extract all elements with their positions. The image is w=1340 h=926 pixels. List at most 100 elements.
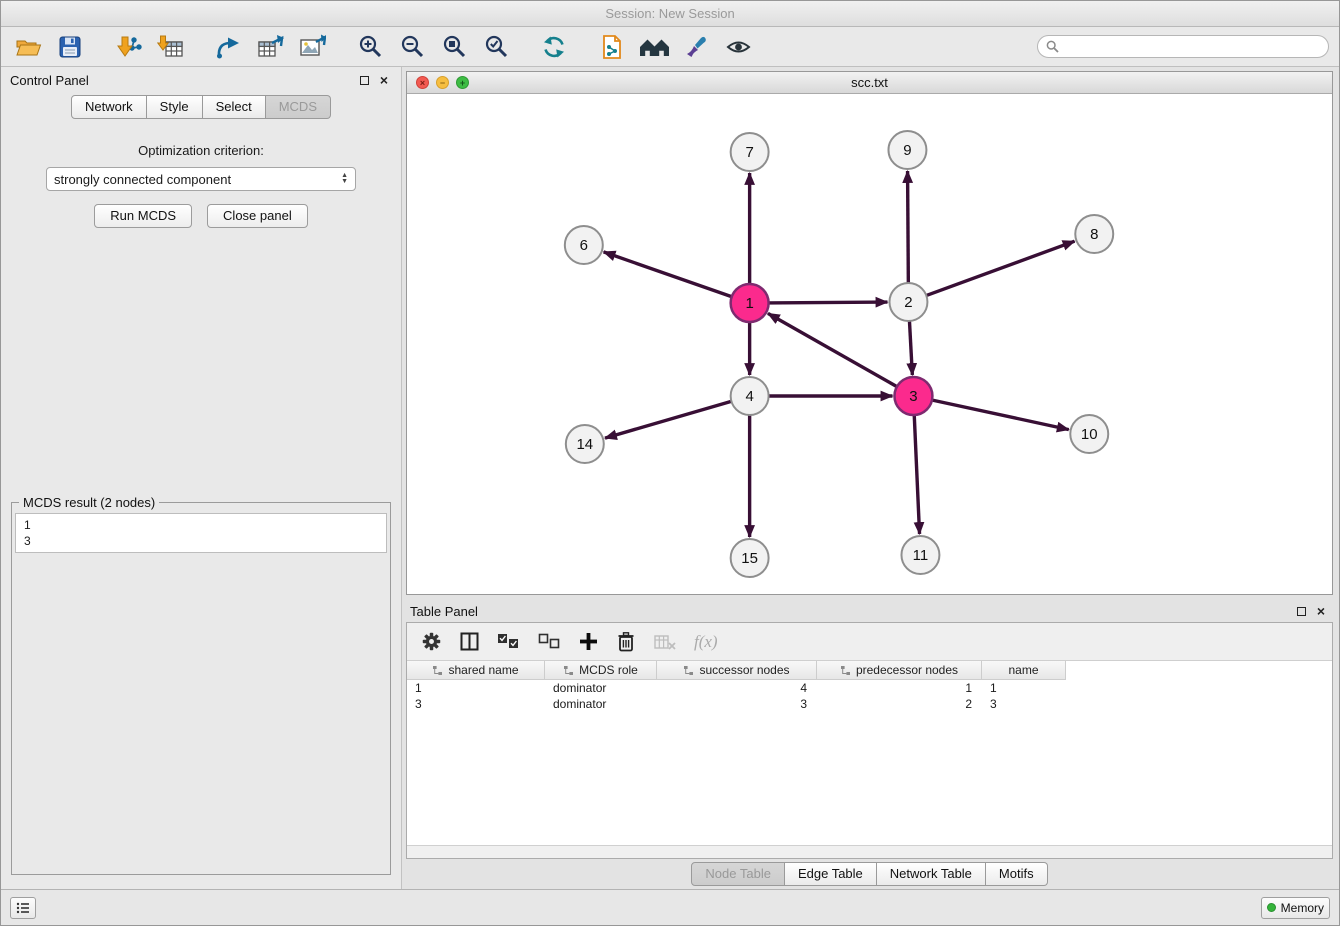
graph-edge-2-3[interactable] — [909, 319, 912, 375]
export-image-button[interactable] — [295, 31, 329, 63]
column-label: shared name — [448, 663, 518, 677]
cell-predecessor-nodes[interactable]: 1 — [817, 680, 982, 696]
graph-node-label-4: 4 — [745, 388, 753, 405]
main-toolbar — [1, 27, 1339, 67]
search-input[interactable] — [1064, 40, 1320, 54]
vizmap-button[interactable] — [679, 31, 713, 63]
search-field-container — [1037, 35, 1329, 58]
column-header-mcds-role[interactable]: MCDS role — [545, 661, 657, 680]
export-network-button[interactable] — [211, 31, 245, 63]
delete-table-button[interactable] — [654, 634, 676, 650]
maximize-window-button[interactable]: + — [456, 76, 469, 89]
tab-node-table[interactable]: Node Table — [691, 862, 785, 886]
open-session-button[interactable] — [11, 31, 45, 63]
cell-mcds-role[interactable]: dominator — [545, 680, 657, 696]
table-rows: 1 dominator 4 1 1 3 dominator 3 2 3 — [407, 680, 1332, 845]
table-row[interactable]: 1 dominator 4 1 1 — [407, 680, 1332, 696]
zoom-selected-button[interactable] — [479, 31, 513, 63]
graph-edge-4-14[interactable] — [605, 401, 733, 438]
float-panel-button[interactable] — [356, 72, 372, 88]
minimize-window-button[interactable]: − — [436, 76, 449, 89]
table-settings-button[interactable] — [421, 631, 442, 652]
split-panel-button[interactable] — [460, 632, 479, 651]
titlebar: Session: New Session — [1, 1, 1339, 27]
cell-successor-nodes[interactable]: 4 — [657, 680, 817, 696]
export-image-icon — [299, 34, 326, 59]
zoom-out-button[interactable] — [395, 31, 429, 63]
import-table-button[interactable] — [153, 31, 187, 63]
save-session-button[interactable] — [53, 31, 87, 63]
cell-shared-name[interactable]: 3 — [407, 696, 545, 712]
cell-mcds-role[interactable]: dominator — [545, 696, 657, 712]
mcds-result-list[interactable]: 1 3 — [15, 513, 387, 553]
select-all-button[interactable] — [497, 633, 520, 650]
column-header-shared-name[interactable]: shared name — [407, 661, 545, 680]
export-table-button[interactable] — [253, 31, 287, 63]
graph-node-label-6: 6 — [580, 237, 588, 254]
table-row[interactable]: 3 dominator 3 2 3 — [407, 696, 1332, 712]
cell-successor-nodes[interactable]: 3 — [657, 696, 817, 712]
graph-edge-1-2[interactable] — [767, 302, 888, 303]
horizontal-scrollbar[interactable] — [407, 845, 1332, 858]
close-table-panel-button[interactable]: × — [1313, 603, 1329, 619]
main-area: Control Panel × Network Style Select MCD… — [1, 67, 1339, 889]
memory-button[interactable]: Memory — [1261, 897, 1330, 919]
graph-edge-3-10[interactable] — [930, 400, 1069, 430]
tab-mcds[interactable]: MCDS — [266, 95, 331, 119]
clone-network-button[interactable] — [595, 31, 629, 63]
cell-name[interactable]: 1 — [982, 680, 1066, 696]
column-header-successor-nodes[interactable]: successor nodes — [657, 661, 817, 680]
control-panel: Control Panel × Network Style Select MCD… — [1, 67, 402, 889]
result-line: 3 — [24, 533, 378, 549]
graph-edge-3-11[interactable] — [914, 413, 919, 534]
import-network-icon — [115, 34, 142, 60]
cell-name[interactable]: 3 — [982, 696, 1066, 712]
tab-select[interactable]: Select — [203, 95, 266, 119]
float-table-panel-button[interactable] — [1293, 603, 1309, 619]
function-builder-button[interactable]: f(x) — [694, 632, 718, 652]
close-panel-button[interactable]: Close panel — [207, 204, 308, 228]
network-window-titlebar[interactable]: × − + scc.txt — [407, 72, 1332, 94]
tab-network-table[interactable]: Network Table — [877, 862, 986, 886]
export-group — [211, 31, 329, 63]
column-label: MCDS role — [579, 663, 638, 677]
zoom-in-button[interactable] — [353, 31, 387, 63]
tab-network[interactable]: Network — [71, 95, 147, 119]
show-panels-button[interactable] — [10, 897, 36, 919]
graph-edge-2-8[interactable] — [924, 241, 1074, 296]
optimization-criterion-label: Optimization criterion: — [1, 143, 401, 158]
graph-node-label-10: 10 — [1081, 426, 1098, 443]
network-canvas[interactable]: 7968124314101511 — [407, 94, 1332, 594]
close-panel-icon-button[interactable]: × — [376, 72, 392, 88]
open-folder-icon — [15, 35, 42, 58]
status-bar: Memory — [1, 889, 1339, 925]
network-graph[interactable]: 7968124314101511 — [407, 94, 1332, 594]
delete-row-button[interactable] — [616, 631, 636, 653]
zoom-fit-button[interactable] — [437, 31, 471, 63]
add-row-button[interactable] — [579, 632, 598, 651]
column-header-predecessor-nodes[interactable]: predecessor nodes — [817, 661, 982, 680]
graph-node-label-14: 14 — [576, 436, 593, 453]
split-columns-icon — [460, 632, 479, 651]
tab-edge-table[interactable]: Edge Table — [785, 862, 877, 886]
run-mcds-button[interactable]: Run MCDS — [94, 204, 192, 228]
criterion-dropdown[interactable]: strongly connected component ▲▼ — [46, 167, 356, 191]
close-window-button[interactable]: × — [416, 76, 429, 89]
first-neighbors-button[interactable] — [637, 31, 671, 63]
graph-node-label-2: 2 — [904, 294, 912, 311]
refresh-layout-button[interactable] — [537, 31, 571, 63]
tab-style[interactable]: Style — [147, 95, 203, 119]
delete-table-icon — [654, 634, 676, 650]
graph-edge-3-1[interactable] — [768, 313, 899, 387]
table-panel: Table Panel × — [406, 600, 1333, 889]
cell-predecessor-nodes[interactable]: 2 — [817, 696, 982, 712]
table-tabs-row: Node Table Edge Table Network Table Moti… — [406, 859, 1333, 889]
import-network-button[interactable] — [111, 31, 145, 63]
column-header-name[interactable]: name — [982, 661, 1066, 680]
cell-shared-name[interactable]: 1 — [407, 680, 545, 696]
graph-edge-2-9[interactable] — [908, 171, 909, 285]
tab-motifs[interactable]: Motifs — [986, 862, 1048, 886]
graph-edge-1-6[interactable] — [604, 252, 734, 298]
deselect-all-button[interactable] — [538, 633, 561, 650]
show-graphics-button[interactable] — [721, 31, 755, 63]
